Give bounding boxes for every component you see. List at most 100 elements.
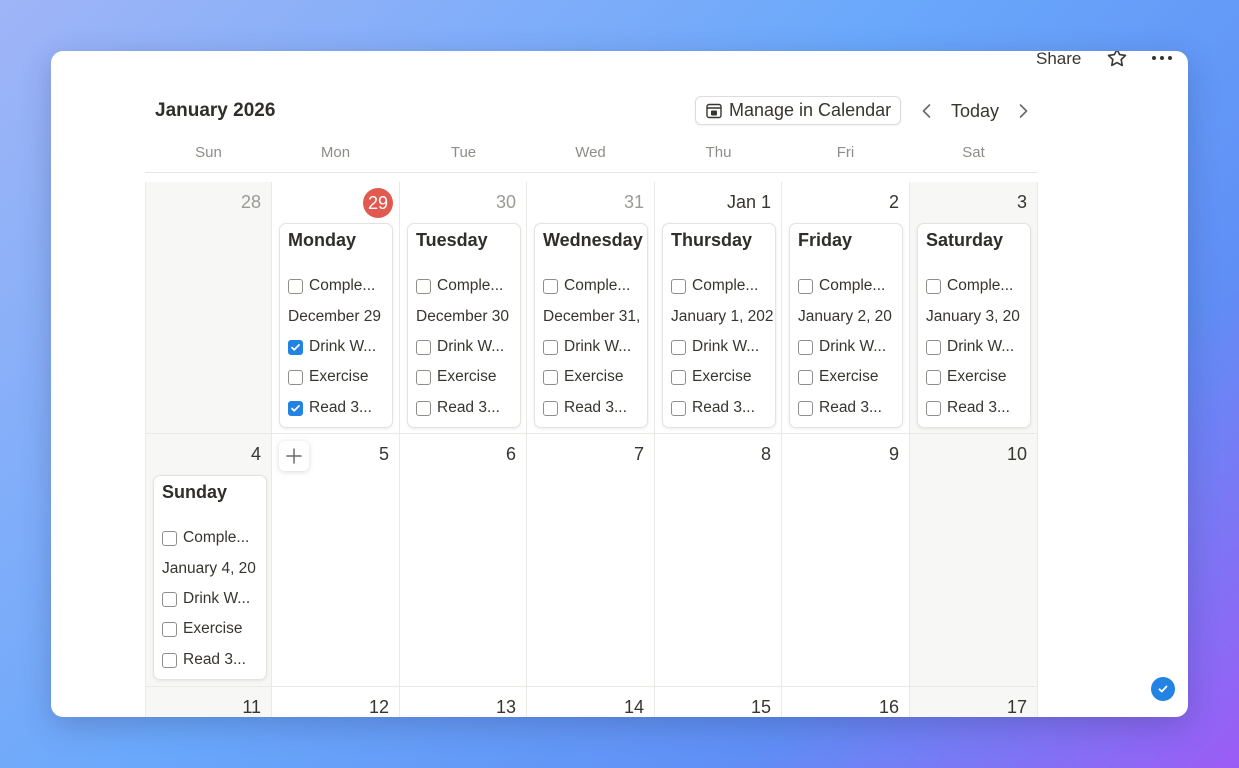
- day-cell[interactable]: 4 Sunday Comple... January 4, 20 Drink W... E…: [145, 434, 272, 687]
- add-event-button[interactable]: [279, 441, 309, 471]
- checkbox[interactable]: [416, 369, 431, 385]
- checkbox[interactable]: [288, 339, 303, 355]
- event-card[interactable]: Tuesday Comple... December 30 Drink W... Exe…: [407, 223, 521, 428]
- day-cell[interactable]: 12: [272, 687, 400, 717]
- checkbox[interactable]: [543, 400, 558, 416]
- day-cell[interactable]: 7: [527, 434, 655, 687]
- day-cell[interactable]: 3 Saturday Comple... January 3, 20 Drink W..…: [910, 182, 1038, 434]
- day-cell[interactable]: 8: [655, 434, 782, 687]
- checkbox-property[interactable]: Comple...: [543, 276, 630, 296]
- day-number: 2: [888, 192, 899, 212]
- checkbox-property[interactable]: Exercise: [926, 367, 1006, 387]
- checkbox[interactable]: [162, 591, 177, 607]
- checkbox-property[interactable]: Comple...: [671, 276, 758, 296]
- chevron-right-icon[interactable]: [1013, 101, 1033, 121]
- checkbox[interactable]: [926, 400, 941, 416]
- day-cell[interactable]: 14: [527, 687, 655, 717]
- checkbox[interactable]: [162, 652, 177, 668]
- chevron-left-icon[interactable]: [917, 101, 937, 121]
- checkbox-property[interactable]: Exercise: [798, 367, 878, 387]
- checkbox-property[interactable]: Read 3...: [926, 398, 1010, 418]
- checkbox[interactable]: [926, 278, 941, 294]
- checkbox[interactable]: [671, 339, 686, 355]
- event-card[interactable]: Wednesday Comple... December 31, Drink W...…: [534, 223, 648, 428]
- checkbox[interactable]: [798, 369, 813, 385]
- event-card[interactable]: Friday Comple... January 2, 20 Drink W... Ex…: [789, 223, 903, 428]
- day-cell[interactable]: 15: [655, 687, 782, 717]
- today-button[interactable]: Today: [951, 101, 999, 122]
- checkbox[interactable]: [926, 339, 941, 355]
- checkbox-property[interactable]: Exercise: [416, 367, 496, 387]
- checkbox[interactable]: [543, 369, 558, 385]
- event-card[interactable]: Sunday Comple... January 4, 20 Drink W... Ex…: [153, 475, 267, 680]
- manage-in-calendar-button[interactable]: Manage in Calendar: [695, 96, 901, 125]
- checkbox-property[interactable]: Read 3...: [543, 398, 627, 418]
- checkbox-property[interactable]: Read 3...: [416, 398, 500, 418]
- day-cell[interactable]: 11: [145, 687, 272, 717]
- day-cell[interactable]: 28: [145, 182, 272, 434]
- checkbox-property[interactable]: Comple...: [288, 276, 375, 296]
- checkbox-property[interactable]: Read 3...: [288, 398, 372, 418]
- checkbox-label: Drink W...: [564, 338, 632, 355]
- checkbox-property[interactable]: Comple...: [162, 528, 249, 548]
- day-number: 3: [1016, 192, 1027, 212]
- checkbox-label: Drink W...: [692, 338, 760, 355]
- checkbox[interactable]: [671, 400, 686, 416]
- day-cell[interactable]: 29 Monday Comple... December 29 Drink W... Ex…: [272, 182, 400, 434]
- checkbox-property[interactable]: Drink W...: [926, 337, 1014, 357]
- checkbox-property[interactable]: Exercise: [162, 619, 242, 639]
- checkbox[interactable]: [671, 369, 686, 385]
- checkbox-property[interactable]: Read 3...: [162, 650, 246, 670]
- checkbox[interactable]: [543, 339, 558, 355]
- checkbox-property[interactable]: Comple...: [926, 276, 1013, 296]
- more-icon[interactable]: [1149, 51, 1175, 71]
- checkbox[interactable]: [162, 621, 177, 637]
- sync-status-icon[interactable]: [1151, 677, 1175, 701]
- checkbox[interactable]: [416, 278, 431, 294]
- day-cell[interactable]: 30 Tuesday Comple... December 30 Drink W... E…: [400, 182, 527, 434]
- star-icon[interactable]: [1105, 51, 1129, 70]
- checkbox[interactable]: [926, 369, 941, 385]
- checkbox-label: Read 3...: [183, 651, 246, 668]
- day-cell[interactable]: 16: [782, 687, 910, 717]
- checkbox[interactable]: [288, 369, 303, 385]
- checkbox-property[interactable]: Exercise: [288, 367, 368, 387]
- checkbox[interactable]: [288, 278, 303, 294]
- day-cell[interactable]: Jan 1 Thursday Comple... January 1, 202 Drin…: [655, 182, 782, 434]
- checkbox[interactable]: [416, 400, 431, 416]
- checkbox[interactable]: [798, 339, 813, 355]
- checkbox-property[interactable]: Drink W...: [798, 337, 886, 357]
- checkbox[interactable]: [416, 339, 431, 355]
- checkbox-property[interactable]: Exercise: [543, 367, 623, 387]
- day-cell[interactable]: 10: [910, 434, 1038, 687]
- day-cell[interactable]: 5: [272, 434, 400, 687]
- day-cell[interactable]: 6: [400, 434, 527, 687]
- checkbox[interactable]: [288, 400, 303, 416]
- checkbox[interactable]: [162, 530, 177, 546]
- checkbox-property[interactable]: Read 3...: [671, 398, 755, 418]
- checkbox-property[interactable]: Drink W...: [543, 337, 631, 357]
- checkbox[interactable]: [798, 400, 813, 416]
- checkbox[interactable]: [543, 278, 558, 294]
- checkbox-property[interactable]: Drink W...: [671, 337, 759, 357]
- checkbox-property[interactable]: Exercise: [671, 367, 751, 387]
- checkbox-property[interactable]: Drink W...: [288, 337, 376, 357]
- checkbox[interactable]: [798, 278, 813, 294]
- share-button[interactable]: Share: [1036, 51, 1081, 69]
- day-number: 9: [888, 444, 899, 464]
- event-card[interactable]: Monday Comple... December 29 Drink W... Exer…: [279, 223, 393, 428]
- checkbox-property[interactable]: Drink W...: [416, 337, 504, 357]
- checkbox-property[interactable]: Comple...: [798, 276, 885, 296]
- day-cell[interactable]: 9: [782, 434, 910, 687]
- day-cell[interactable]: 13: [400, 687, 527, 717]
- checkbox-property[interactable]: Read 3...: [798, 398, 882, 418]
- day-cell[interactable]: 2 Friday Comple... January 2, 20 Drink W... E…: [782, 182, 910, 434]
- event-card[interactable]: Thursday Comple... January 1, 202 Drink W..…: [662, 223, 776, 428]
- checkbox[interactable]: [671, 278, 686, 294]
- checkbox-property[interactable]: Drink W...: [162, 589, 250, 609]
- day-cell[interactable]: 31 Wednesday Comple... December 31, Drink W.…: [527, 182, 655, 434]
- checkbox-property[interactable]: Comple...: [416, 276, 503, 296]
- day-cell[interactable]: 17: [910, 687, 1038, 717]
- day-number: 12: [368, 697, 389, 717]
- event-card[interactable]: Saturday Comple... January 3, 20 Drink W...…: [917, 223, 1031, 428]
